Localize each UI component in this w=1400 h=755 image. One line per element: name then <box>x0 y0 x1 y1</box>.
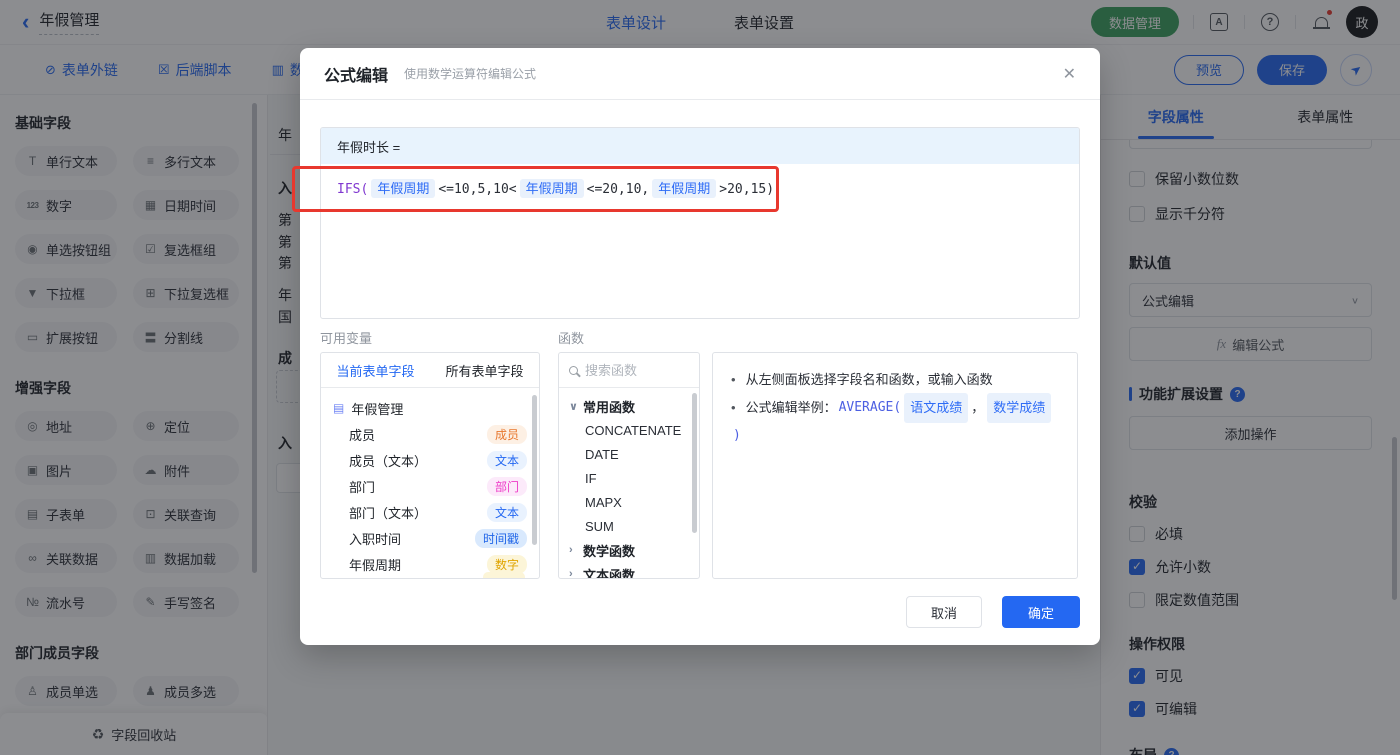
function-item[interactable]: MAPX <box>559 490 699 514</box>
variable-root-row[interactable]: ▤ 年假管理 <box>321 395 539 421</box>
function-group-label: 常用函数 <box>583 399 636 415</box>
function-item[interactable]: DATE <box>559 442 699 466</box>
variables-label: 可用变量 <box>320 331 373 346</box>
formula-field-chip[interactable]: 年假周期 <box>519 179 584 198</box>
variables-tabs: 当前表单字段 所有表单字段 <box>321 353 539 388</box>
variables-panel: 当前表单字段 所有表单字段 ▤ 年假管理 成员 成员 成员（文本） 文本 部门 部门 部门（文本… <box>320 352 540 579</box>
modal-subtitle: 使用数学运算符编辑公式 <box>404 67 537 81</box>
formula-result-label: 年假时长 = <box>321 128 1079 164</box>
modal-title: 公式编辑 <box>324 67 389 85</box>
formula-function-token: IFS( <box>337 182 369 197</box>
variable-row[interactable]: 部门 部门 <box>321 473 539 499</box>
function-group[interactable]: › 文本函数 <box>559 562 699 579</box>
panel-labels: 可用变量 函数 <box>320 328 1080 347</box>
variables-scrollbar-thumb[interactable] <box>532 395 537 545</box>
functions-list: ∨ 常用函数 CONCATENATE DATE IF MAPX SUM › 数学函数 › 文本函数 <box>559 388 699 579</box>
function-group[interactable]: ∨ 常用函数 <box>559 394 699 418</box>
caret-right-icon: › <box>569 568 573 579</box>
function-item[interactable]: SUM <box>559 514 699 538</box>
formula-editor-box: 年假时长 = IFS(年假周期 <=10,5,10< 年假周期 <=20,10, 年假周… <box>320 127 1080 319</box>
tips-panel: 从左侧面板选择字段名和函数，或输入函数 公式编辑举例：AVERAGE(语文成绩，… <box>712 352 1078 579</box>
variable-type-badge: 部门 <box>486 476 527 496</box>
variable-name: 入职时间 <box>349 531 402 547</box>
variable-row[interactable]: 成员 成员 <box>321 421 539 447</box>
caret-right-icon: › <box>569 544 573 556</box>
variables-tab-all[interactable]: 所有表单字段 <box>430 353 539 387</box>
function-group-label: 文本函数 <box>583 567 636 579</box>
confirm-button[interactable]: 确定 <box>1002 596 1080 628</box>
variable-name: 成员 <box>349 427 376 443</box>
variable-type-badge: 时间戳 <box>474 528 527 548</box>
form-doc-icon: ▤ <box>333 401 345 415</box>
variables-list: ▤ 年假管理 成员 成员 成员（文本） 文本 部门 部门 部门（文本） 文本 入职时间 时间戳 年假周期… <box>321 388 539 578</box>
formula-editor-modal: 公式编辑 使用数学运算符编辑公式 ✕ 年假时长 = IFS(年假周期 <=10,5… <box>300 48 1100 645</box>
tip-comma: ， <box>971 400 985 415</box>
function-group[interactable]: › 数学函数 <box>559 538 699 562</box>
search-icon <box>569 365 578 375</box>
variable-type-badge: 文本 <box>486 450 527 470</box>
tip-function-name: AVERAGE( <box>838 400 902 415</box>
caret-down-icon: ∨ <box>569 400 578 413</box>
tip-field-chip: 数学成绩 <box>987 393 1052 423</box>
variable-row[interactable]: 成员（文本） 文本 <box>321 447 539 473</box>
functions-scrollbar-thumb[interactable] <box>692 393 697 533</box>
formula-input-area[interactable]: IFS(年假周期 <=10,5,10< 年假周期 <=20,10, 年假周期 >20,15… <box>321 164 1079 318</box>
function-group-label: 数学函数 <box>583 543 636 559</box>
function-item[interactable]: CONCATENATE <box>559 418 699 442</box>
variable-name: 成员（文本） <box>349 453 428 469</box>
modal-body: 年假时长 = IFS(年假周期 <=10,5,10< 年假周期 <=20,10, 年假周… <box>300 127 1100 628</box>
tip-line-2: 公式编辑举例：AVERAGE(语文成绩，数学成绩) <box>731 393 1059 449</box>
function-search-input[interactable] <box>585 362 675 378</box>
variable-type-badge: 数字 <box>486 554 527 574</box>
function-item[interactable]: IF <box>559 466 699 490</box>
modal-footer: 取消 确定 <box>320 596 1080 628</box>
functions-panel: ∨ 常用函数 CONCATENATEDATEIFMAPXSUM › 数学函数 › 文本函数 <box>558 352 700 579</box>
functions-label: 函数 <box>558 331 585 346</box>
close-icon[interactable]: ✕ <box>1063 64 1076 84</box>
variable-name: 部门 <box>349 479 376 495</box>
variables-tab-current[interactable]: 当前表单字段 <box>321 353 430 387</box>
panels-row: 当前表单字段 所有表单字段 ▤ 年假管理 成员 成员 成员（文本） 文本 部门 部门 部门（文本… <box>320 352 1080 579</box>
variable-row[interactable]: 入职时间 时间戳 <box>321 525 539 551</box>
clipped-badge <box>483 572 525 578</box>
modal-header: 公式编辑 使用数学运算符编辑公式 ✕ <box>300 48 1100 100</box>
tip-example-prefix: 公式编辑举例： <box>745 400 837 415</box>
formula-operator-token: <=10,5,10< <box>438 182 517 197</box>
app: ‹ 年假管理 表单设计 表单设置 数据管理 A ? 政 ⊘表单外链 ☒后端脚本 … <box>0 0 1400 755</box>
variable-type-badge: 成员 <box>486 424 527 444</box>
variable-row[interactable]: 部门（文本） 文本 <box>321 499 539 525</box>
variable-name: 年假周期 <box>349 557 402 573</box>
cancel-button[interactable]: 取消 <box>906 596 982 628</box>
variable-root-name: 年假管理 <box>351 401 404 417</box>
tip-line-1: 从左侧面板选择字段名和函数，或输入函数 <box>731 367 1059 393</box>
formula-operator-token: >20,15) <box>719 182 775 197</box>
formula-field-chip[interactable]: 年假周期 <box>371 179 436 198</box>
formula-field-chip[interactable]: 年假周期 <box>652 179 717 198</box>
tip-close-paren: ) <box>733 428 741 443</box>
variable-name: 部门（文本） <box>349 505 428 521</box>
variable-type-badge: 文本 <box>486 502 527 522</box>
formula-operator-token: <=20,10, <box>586 182 650 197</box>
function-search <box>559 353 699 388</box>
tip-field-chip: 语文成绩 <box>904 393 969 423</box>
